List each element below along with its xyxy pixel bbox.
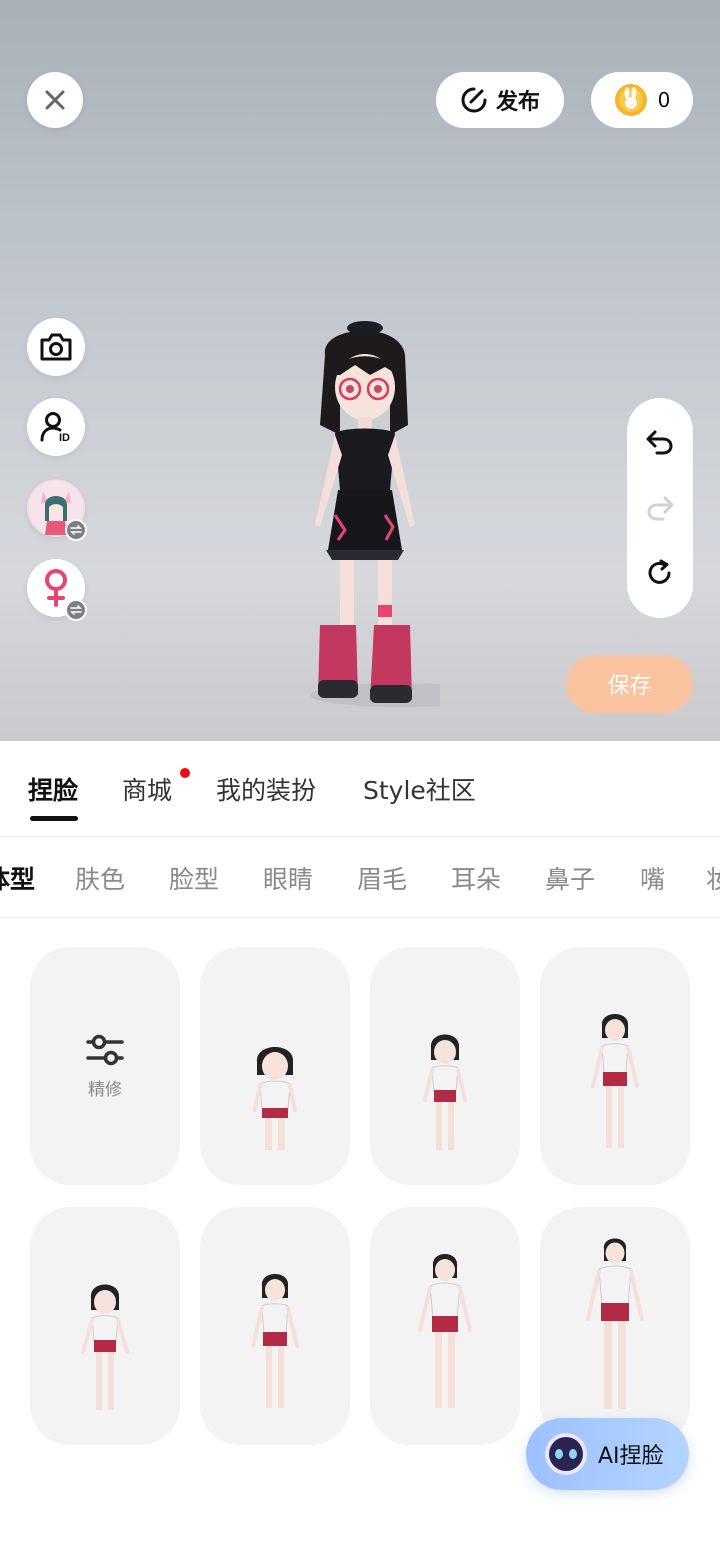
ai-face-button[interactable]: AI捏脸 [526, 1418, 689, 1490]
reset-icon [648, 559, 671, 584]
tab-my-outfits[interactable]: 我的装扮 [216, 771, 316, 807]
category-mouth[interactable]: 嘴 [640, 860, 665, 896]
svg-text:ID: ID [59, 432, 70, 444]
coin-count: 0 [657, 88, 671, 112]
reset-button[interactable] [640, 553, 680, 593]
category-face-shape[interactable]: 脸型 [169, 860, 219, 896]
category-skin-color[interactable]: 肤色 [75, 860, 125, 896]
category-eyes[interactable]: 眼睛 [263, 860, 313, 896]
tab-shop[interactable]: 商城 [122, 771, 172, 807]
body-type-option[interactable] [540, 1207, 690, 1445]
avatar-preview-stage: 发布 0 ID 保存 [0, 0, 720, 741]
category-makeup[interactable]: 妆 [706, 860, 720, 896]
category-body-type[interactable]: 体型 [0, 860, 35, 896]
body-type-figure [253, 1047, 297, 1150]
body-type-option[interactable] [540, 947, 690, 1185]
body-type-figure [81, 1284, 129, 1410]
active-tab-indicator [30, 816, 78, 821]
switch-character-button[interactable] [27, 479, 87, 541]
sliders-icon [86, 1034, 124, 1065]
body-type-option[interactable] [370, 947, 520, 1185]
save-button[interactable]: 保存 [566, 655, 693, 713]
refine-card[interactable]: 精修 [30, 947, 180, 1185]
avatar-figure[interactable] [290, 315, 440, 710]
publish-icon [461, 87, 487, 113]
close-button[interactable] [27, 72, 83, 128]
refine-label: 精修 [88, 1079, 122, 1100]
female-icon [45, 569, 67, 607]
close-icon [45, 90, 65, 110]
body-type-figure [591, 1014, 639, 1148]
ai-face-label: AI捏脸 [598, 1444, 664, 1469]
ai-robot-icon [545, 1433, 587, 1475]
body-type-figure [251, 1274, 299, 1408]
notification-dot [180, 768, 190, 778]
swap-icon [65, 599, 87, 621]
undo-icon [646, 430, 673, 455]
redo-button[interactable] [640, 488, 680, 528]
body-type-option[interactable] [200, 1207, 350, 1445]
camera-button[interactable] [27, 318, 85, 376]
gender-switch-button[interactable] [27, 559, 87, 621]
body-type-figure [418, 1254, 472, 1408]
publish-label: 发布 [495, 90, 540, 115]
category-nose[interactable]: 鼻子 [545, 860, 595, 896]
publish-button[interactable]: 发布 [436, 72, 564, 128]
category-ears[interactable]: 耳朵 [451, 860, 501, 896]
category-tabs: 体型 肤色 脸型 眼睛 眉毛 耳朵 鼻子 嘴 妆 [0, 838, 720, 918]
main-tabs: 捏脸 商城 我的装扮 Style社区 [0, 741, 720, 837]
body-type-option[interactable] [370, 1207, 520, 1445]
body-type-option[interactable] [30, 1207, 180, 1445]
user-id-icon: ID [40, 412, 70, 444]
tab-face-customize[interactable]: 捏脸 [28, 771, 78, 807]
body-type-option[interactable] [200, 947, 350, 1185]
camera-icon [40, 333, 72, 361]
rabbit-coin-icon [614, 84, 647, 116]
body-type-figure [586, 1238, 644, 1409]
undo-button[interactable] [640, 422, 680, 462]
tab-style-community[interactable]: Style社区 [363, 771, 476, 807]
coin-balance-button[interactable]: 0 [591, 72, 693, 128]
body-type-figure [423, 1034, 467, 1150]
redo-icon [647, 496, 674, 521]
swap-icon [65, 519, 87, 541]
avatar-id-button[interactable]: ID [27, 398, 85, 456]
category-eyebrows[interactable]: 眉毛 [357, 860, 407, 896]
history-panel [627, 398, 693, 618]
